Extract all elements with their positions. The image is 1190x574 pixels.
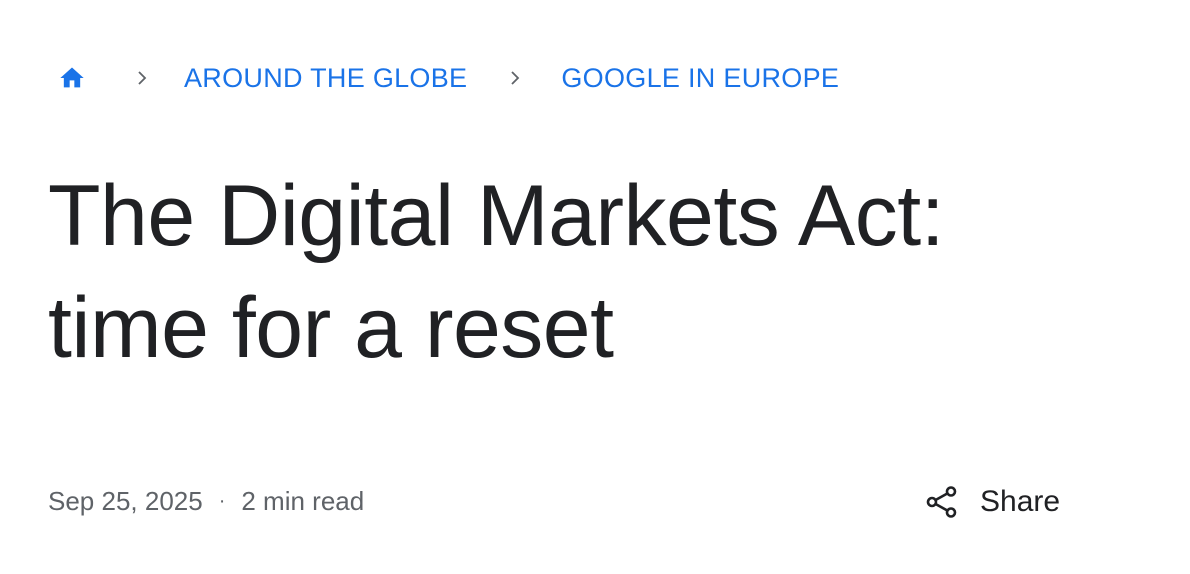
article-title-line-2: time for a reset (48, 280, 614, 376)
article-title: The Digital Markets Act: time for a rese… (48, 160, 1148, 384)
breadcrumb: AROUND THE GLOBE GOOGLE IN EUROPE (58, 58, 839, 98)
breadcrumb-around-the-globe[interactable]: AROUND THE GLOBE (184, 58, 467, 98)
home-link[interactable] (58, 64, 86, 92)
chevron-right-icon (130, 66, 154, 90)
article-title-line-1: The Digital Markets Act: (48, 168, 945, 264)
breadcrumb-google-in-europe[interactable]: GOOGLE IN EUROPE (561, 58, 839, 98)
share-label: Share (980, 485, 1061, 518)
home-icon (60, 67, 84, 88)
read-time: 2 min read (241, 485, 365, 516)
article-meta: Sep 25, 2025 · 2 min read (48, 484, 364, 518)
chevron-right-icon (503, 66, 527, 90)
publish-date: Sep 25, 2025 (48, 485, 203, 516)
share-button[interactable]: Share (922, 480, 1060, 524)
share-icon (922, 482, 962, 522)
meta-separator: · (218, 490, 226, 512)
